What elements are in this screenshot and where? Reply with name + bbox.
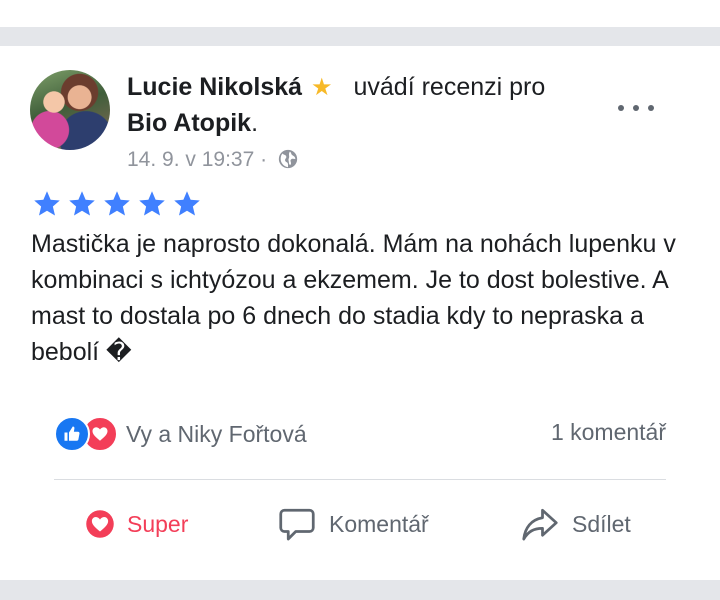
dot-icon xyxy=(633,105,639,111)
review-verb: uvádí recenzi pro xyxy=(353,73,546,101)
reviewed-page: Bio Atopik. xyxy=(127,108,258,138)
rating-star-icon xyxy=(139,191,165,216)
comment-button[interactable]: Komentář xyxy=(277,496,429,552)
dot-icon xyxy=(648,105,654,111)
dot-icon xyxy=(618,105,624,111)
rating-star-icon xyxy=(174,191,200,216)
post-header: Lucie Nikolská ★ uvádí recenzi pro xyxy=(127,72,545,103)
comment-icon xyxy=(279,508,315,541)
reaction-names[interactable]: Vy a Niky Fořtová xyxy=(126,421,307,448)
timestamp[interactable]: 14. 9. v 19:37 xyxy=(127,148,254,171)
share-label: Sdílet xyxy=(572,510,631,537)
feed-separator xyxy=(0,27,720,46)
rating-star-icon xyxy=(34,191,60,216)
review-text: Mastička je naprosto dokonalá. Mám na no… xyxy=(31,230,676,366)
globe-icon[interactable] xyxy=(277,148,299,170)
super-button[interactable]: Super xyxy=(85,496,188,552)
heart-icon xyxy=(86,510,114,538)
share-button[interactable]: Sdílet xyxy=(520,496,631,552)
author-avatar[interactable] xyxy=(30,70,110,150)
action-bar: Super Komentář Sdílet xyxy=(0,496,720,552)
star-rating xyxy=(32,189,202,219)
star-badge-icon: ★ xyxy=(311,74,333,101)
author-name[interactable]: Lucie Nikolská xyxy=(127,73,302,101)
top-band xyxy=(0,0,720,27)
comment-count[interactable]: 1 komentář xyxy=(551,419,666,446)
meta-separator: · xyxy=(260,148,268,171)
comment-label: Komentář xyxy=(329,510,429,537)
like-reaction-icon xyxy=(54,416,90,452)
rating-star-icon xyxy=(69,191,95,216)
page-name-link[interactable]: Bio Atopik xyxy=(127,109,251,137)
reaction-summary[interactable]: Vy a Niky Fořtová xyxy=(54,416,307,452)
page-suffix: . xyxy=(251,109,259,137)
feed-separator-bottom xyxy=(0,580,720,600)
share-icon xyxy=(522,508,558,541)
rating-star-icon xyxy=(104,191,130,216)
review-post-card: Lucie Nikolská ★ uvádí recenzi pro Bio A… xyxy=(0,46,720,580)
more-options-button[interactable] xyxy=(618,96,654,120)
post-meta: 14. 9. v 19:37 · xyxy=(127,147,299,173)
divider xyxy=(54,479,666,480)
super-label: Super xyxy=(127,510,189,537)
